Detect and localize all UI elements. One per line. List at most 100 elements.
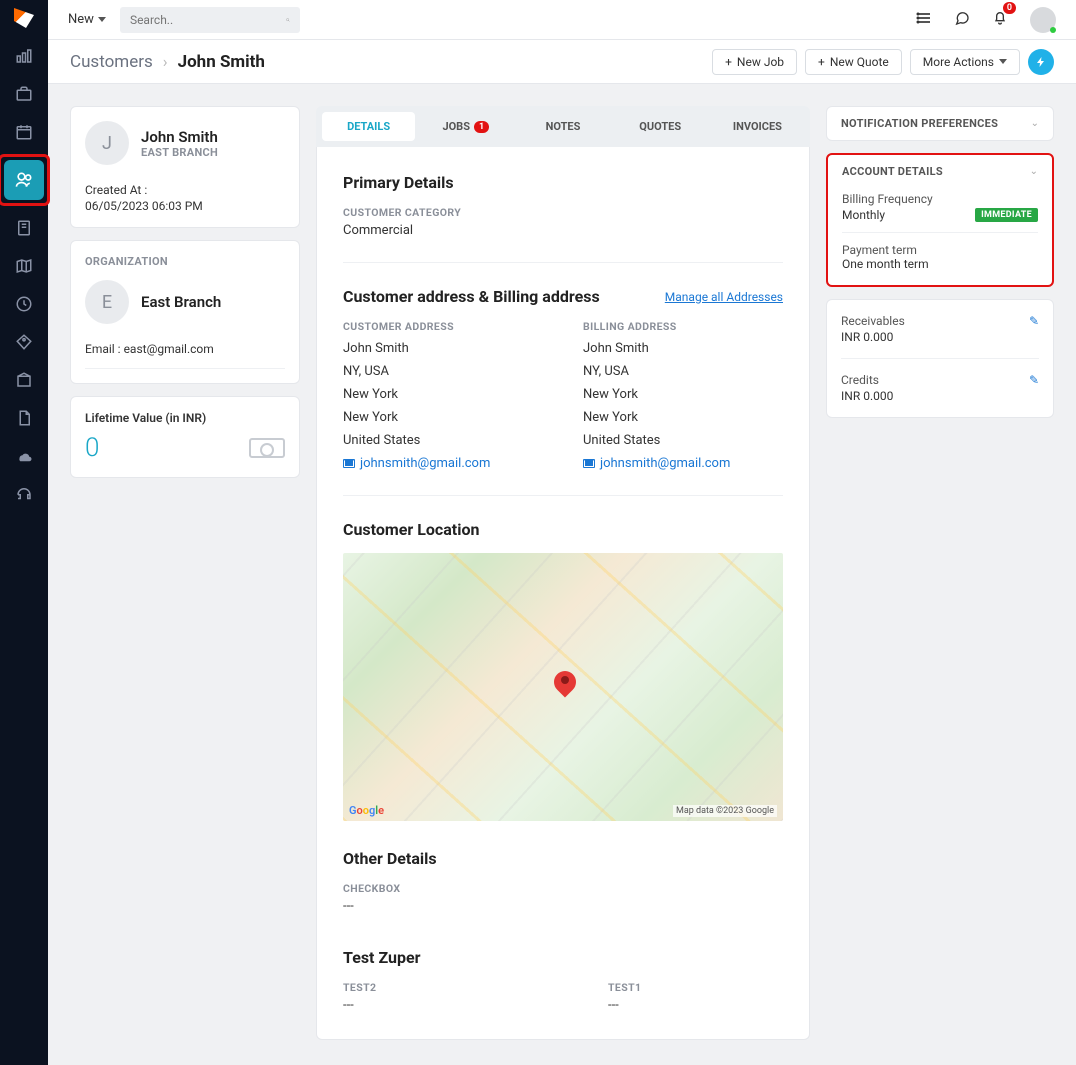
payment-term-label: Payment term [842, 243, 1038, 257]
test1-value: --- [608, 998, 783, 1013]
location-title: Customer Location [343, 520, 783, 539]
edit-receivables-icon[interactable]: ✎ [1029, 314, 1039, 328]
new-dropdown[interactable]: New [68, 12, 106, 27]
addresses-title: Customer address & Billing address [343, 287, 600, 306]
google-logo: Google [349, 804, 384, 817]
addr-line: United States [343, 433, 543, 448]
addr-line: New York [343, 387, 543, 402]
bolt-button[interactable] [1028, 49, 1054, 75]
customer-address-label: CUSTOMER ADDRESS [343, 320, 543, 333]
ltv-card: Lifetime Value (in INR) 0 [70, 396, 300, 478]
search-icon [286, 14, 290, 26]
jobs-count-badge: 1 [474, 121, 489, 133]
test1-label: TEST1 [608, 981, 783, 994]
asset-icon[interactable] [14, 218, 34, 238]
billing-email[interactable]: johnsmith@gmail.com [583, 456, 783, 471]
search-input-wrap[interactable] [120, 7, 300, 33]
logo-icon [14, 8, 34, 28]
billing-address-label: BILLING ADDRESS [583, 320, 783, 333]
map[interactable]: Google Map data ©2023 Google [343, 553, 783, 821]
checkbox-label: CHECKBOX [343, 882, 783, 895]
notifications-icon[interactable]: 0 [992, 10, 1008, 30]
account-details-title: ACCOUNT DETAILS [842, 165, 943, 178]
box-icon[interactable] [14, 370, 34, 390]
test2-value: --- [343, 998, 518, 1013]
org-name: East Branch [141, 293, 221, 311]
notif-pref-title: NOTIFICATION PREFERENCES [841, 117, 998, 130]
tab-bar: DETAILS JOBS1 NOTES QUOTES INVOICES [316, 106, 810, 147]
customer-avatar: J [85, 121, 129, 165]
dashboard-icon[interactable] [14, 46, 34, 66]
topbar: New 0 [48, 0, 1076, 40]
chevron-down-icon [999, 59, 1007, 64]
credits-label: Credits [841, 373, 893, 387]
tab-details[interactable]: DETAILS [322, 112, 415, 141]
customer-name: John Smith [141, 128, 218, 146]
addr-line: New York [343, 410, 543, 425]
customer-branch: EAST BRANCH [141, 146, 218, 159]
chat-icon[interactable] [954, 10, 970, 30]
more-actions-dropdown[interactable]: More Actions [910, 49, 1020, 75]
list-icon[interactable] [916, 10, 932, 30]
chevron-down-icon [98, 17, 106, 22]
organization-heading: ORGANIZATION [85, 255, 285, 268]
cloud-icon[interactable] [14, 446, 34, 466]
briefcase-icon[interactable] [14, 84, 34, 104]
payment-term-value: One month term [842, 257, 1038, 271]
document-icon[interactable] [14, 408, 34, 428]
checkbox-value: --- [343, 899, 783, 914]
map-icon[interactable] [14, 256, 34, 276]
headset-icon[interactable] [14, 484, 34, 504]
credits-value: INR 0.000 [841, 389, 893, 403]
customers-icon[interactable] [4, 160, 44, 200]
immediate-badge: IMMEDIATE [975, 208, 1038, 222]
details-panel: Primary Details CUSTOMER CATEGORY Commer… [316, 147, 810, 1040]
money-icon [249, 438, 285, 458]
ltv-title: Lifetime Value (in INR) [85, 411, 285, 425]
new-job-button[interactable]: +New Job [712, 49, 797, 75]
created-at-label: Created At : [85, 183, 285, 197]
addr-line: New York [583, 387, 783, 402]
chevron-down-icon[interactable]: ⌄ [1030, 166, 1038, 177]
org-email: Email : east@gmail.com [85, 342, 285, 369]
financials-card: Receivables INR 0.000 ✎ Credits INR 0.00… [826, 299, 1054, 418]
category-value: Commercial [343, 223, 783, 238]
breadcrumb-parent[interactable]: Customers [70, 52, 153, 72]
tab-invoices[interactable]: INVOICES [711, 112, 804, 141]
billing-freq-label: Billing Frequency [842, 192, 1038, 206]
receivables-label: Receivables [841, 314, 905, 328]
primary-details-title: Primary Details [343, 173, 783, 192]
customer-address-block: CUSTOMER ADDRESS John Smith NY, USA New … [343, 320, 543, 471]
chevron-down-icon: ⌄ [1031, 118, 1039, 129]
search-input[interactable] [130, 13, 286, 27]
sidebar [0, 0, 48, 1065]
notifications-badge: 0 [1003, 2, 1016, 14]
tab-quotes[interactable]: QUOTES [614, 112, 707, 141]
billing-freq-value: Monthly [842, 208, 885, 222]
tab-notes[interactable]: NOTES [516, 112, 609, 141]
chevron-right-icon: › [163, 52, 168, 71]
addr-line: United States [583, 433, 783, 448]
clock-icon[interactable] [14, 294, 34, 314]
notification-preferences-card[interactable]: NOTIFICATION PREFERENCES ⌄ [826, 106, 1054, 141]
profile-avatar[interactable] [1030, 7, 1056, 33]
organization-card: ORGANIZATION E East Branch Email : east@… [70, 240, 300, 384]
new-quote-button[interactable]: +New Quote [805, 49, 902, 75]
customer-card: J John Smith EAST BRANCH Created At : 06… [70, 106, 300, 228]
test-zuper-title: Test Zuper [343, 948, 783, 967]
customer-email[interactable]: johnsmith@gmail.com [343, 456, 543, 471]
breadcrumb-row: Customers › John Smith +New Job +New Quo… [48, 40, 1076, 84]
tag-icon[interactable] [14, 332, 34, 352]
mail-icon [583, 459, 595, 468]
addr-line: John Smith [583, 341, 783, 356]
tab-jobs[interactable]: JOBS1 [419, 112, 512, 141]
calendar-icon[interactable] [14, 122, 34, 142]
manage-addresses-link[interactable]: Manage all Addresses [665, 290, 783, 304]
created-at-value: 06/05/2023 06:03 PM [85, 199, 285, 213]
edit-credits-icon[interactable]: ✎ [1029, 373, 1039, 387]
other-details-title: Other Details [343, 849, 783, 868]
addr-line: John Smith [343, 341, 543, 356]
addr-line: NY, USA [583, 364, 783, 379]
addr-line: NY, USA [343, 364, 543, 379]
receivables-value: INR 0.000 [841, 330, 905, 344]
